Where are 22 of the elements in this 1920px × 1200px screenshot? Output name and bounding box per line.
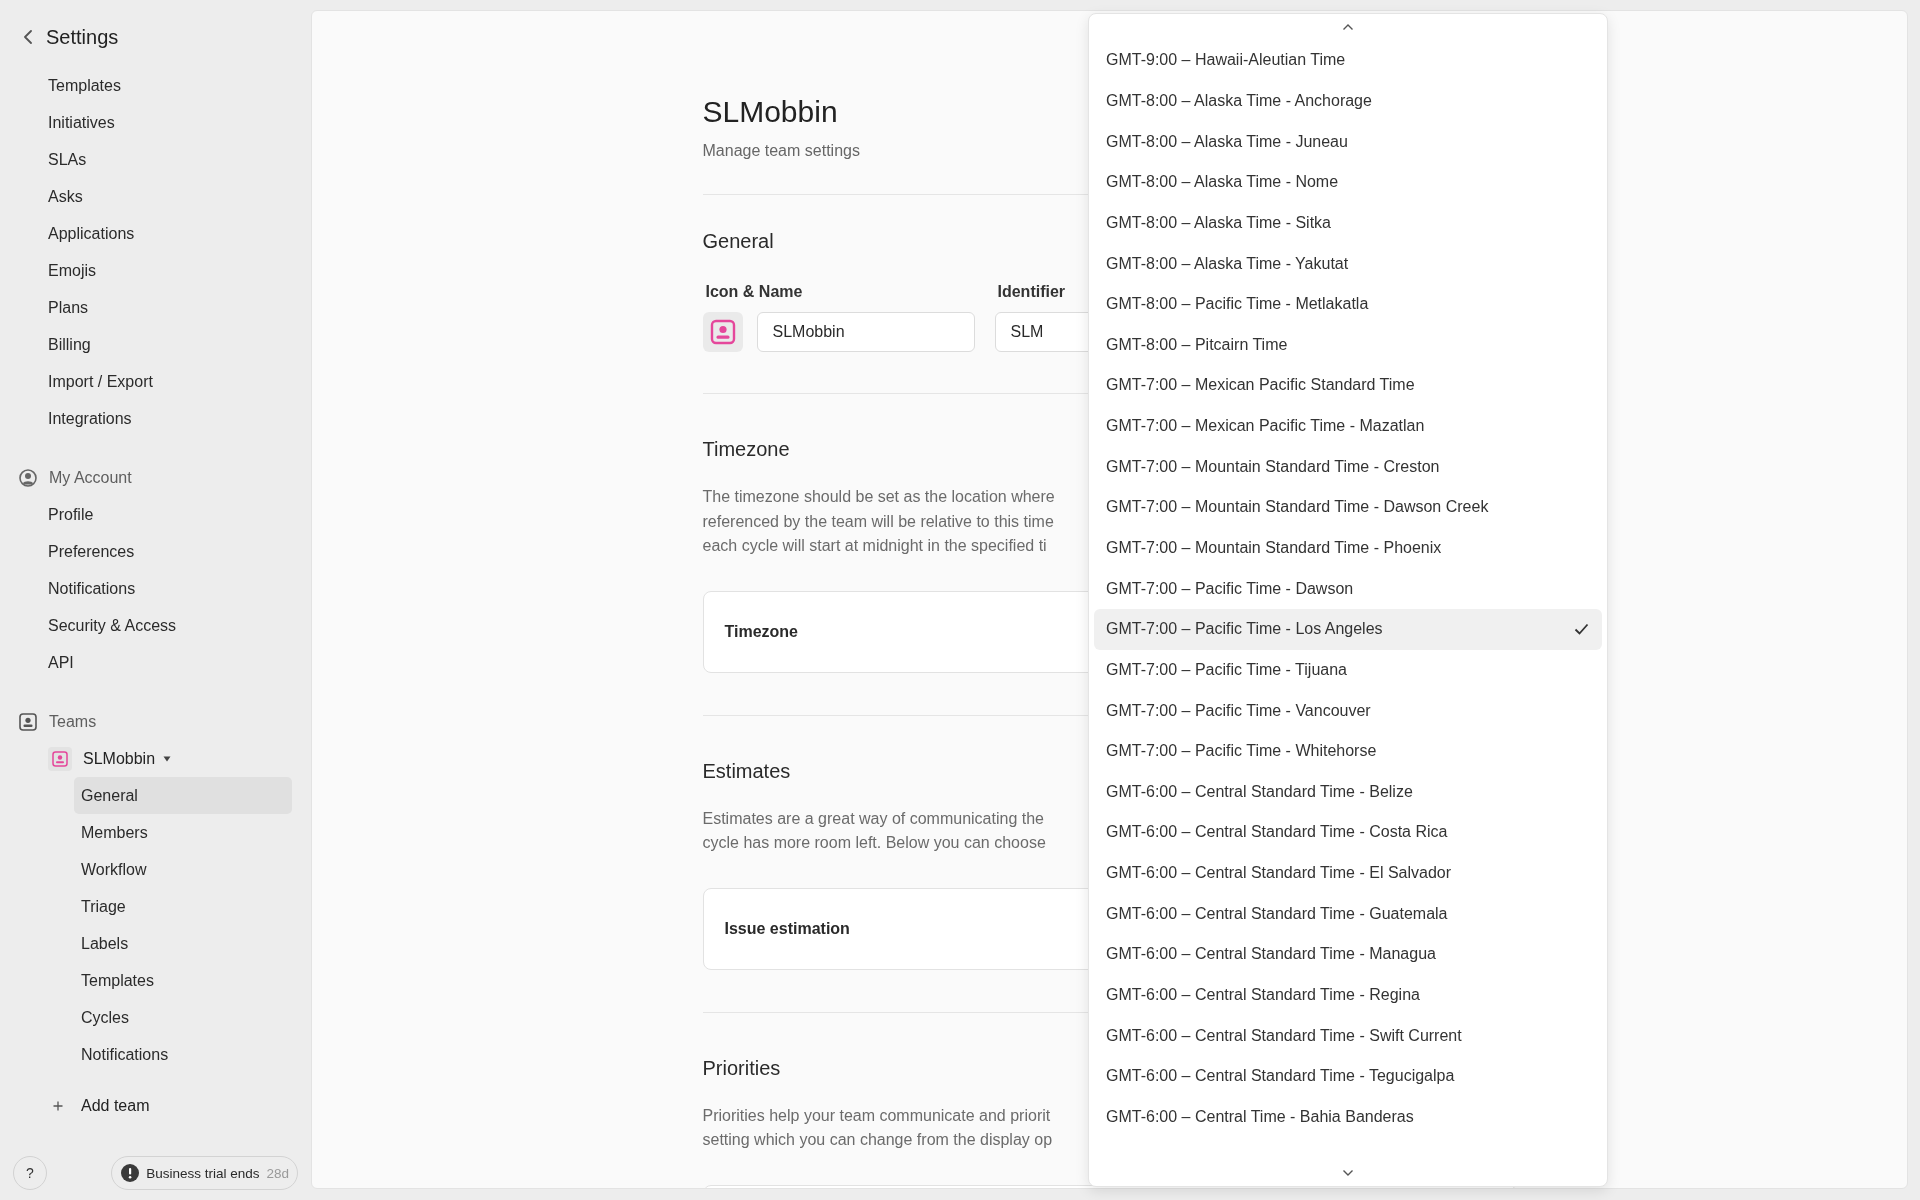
section-description: Priorities help your team communicate and priorit bbox=[702, 1105, 1051, 1126]
setting-label: Timezone bbox=[724, 622, 798, 641]
section-description: The timezone should be set as the location where bbox=[702, 487, 1055, 507]
section-description: setting which you can change from the display op bbox=[702, 1130, 1053, 1150]
section-heading: Priorities bbox=[702, 1055, 781, 1081]
page-title: SLMobbin bbox=[702, 94, 838, 130]
section-description: cycle has more room left. Below you can choose bbox=[702, 833, 1046, 853]
section-description: referenced by the team will be relative to this time bbox=[702, 511, 1054, 532]
page-subtitle: Manage team settings bbox=[702, 141, 860, 161]
section-heading: General bbox=[702, 229, 774, 254]
section-heading: Timezone bbox=[702, 437, 790, 462]
field-label: Icon & Name bbox=[705, 283, 804, 301]
setting-label: Issue estimation bbox=[724, 919, 850, 938]
settings-title: Settings bbox=[46, 25, 119, 49]
section-heading: Teams bbox=[49, 712, 97, 731]
section-heading: Estimates bbox=[702, 758, 791, 784]
trial-days: 28d bbox=[266, 1165, 289, 1181]
section-heading: My Account bbox=[49, 468, 132, 487]
section-description: each cycle will start at midnight in the specified ti bbox=[702, 536, 1047, 556]
field-label: Identifier bbox=[997, 283, 1066, 301]
trial-label: Business trial ends bbox=[146, 1165, 260, 1181]
section-description: Estimates are a great way of communicating the bbox=[702, 808, 1044, 829]
